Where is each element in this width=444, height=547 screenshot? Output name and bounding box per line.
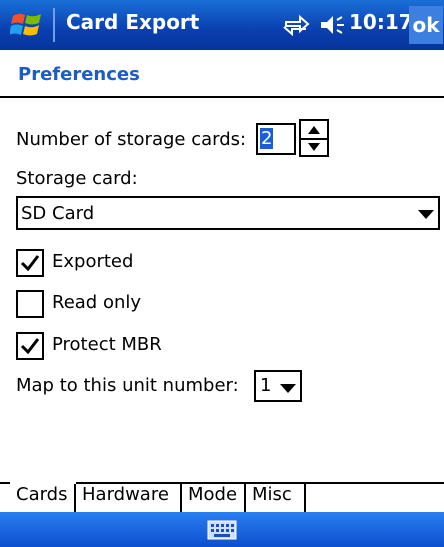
- exported-label[interactable]: Exported: [52, 251, 133, 272]
- menu-bar: [0, 512, 444, 547]
- header-divider: [0, 96, 444, 98]
- keyboard-icon[interactable]: [207, 520, 237, 540]
- storage-card-dropdown[interactable]: SD Card: [16, 196, 440, 230]
- read-only-label[interactable]: Read only: [52, 292, 141, 313]
- clock[interactable]: 10:17: [349, 10, 413, 34]
- checkmark-icon: [20, 255, 40, 272]
- app-title: Card Export: [66, 10, 200, 34]
- num-cards-input[interactable]: 2: [256, 123, 296, 155]
- storage-card-label: Storage card:: [16, 168, 138, 189]
- protect-mbr-checkbox[interactable]: [16, 332, 44, 360]
- tab-mode[interactable]: Mode: [182, 482, 246, 512]
- triangle-up-icon: [308, 125, 320, 134]
- stepper-down-button[interactable]: [301, 138, 327, 155]
- tab-misc[interactable]: Misc: [246, 482, 306, 512]
- triangle-down-icon: [308, 142, 320, 151]
- ok-button[interactable]: ok: [409, 6, 443, 44]
- storage-card-value: SD Card: [21, 203, 95, 224]
- unit-number-label: Map to this unit number:: [16, 375, 239, 396]
- tab-cards[interactable]: Cards: [10, 482, 76, 512]
- num-cards-value: 2: [260, 128, 274, 149]
- checkmark-icon: [20, 338, 40, 355]
- active-tab-gap: [10, 482, 76, 484]
- unit-number-value: 1: [260, 375, 272, 396]
- chevron-down-icon: [418, 210, 434, 219]
- windows-flag-icon[interactable]: [10, 10, 44, 40]
- chevron-down-icon: [280, 384, 296, 393]
- num-cards-label: Number of storage cards:: [16, 129, 247, 150]
- title-bar: Card Export 10:17 ok: [0, 0, 444, 50]
- title-separator: [53, 8, 55, 42]
- speaker-icon[interactable]: [318, 13, 346, 37]
- sync-arrows-icon[interactable]: [282, 13, 310, 37]
- num-cards-stepper[interactable]: [299, 119, 329, 157]
- unit-number-dropdown[interactable]: 1: [254, 370, 302, 402]
- tab-hardware[interactable]: Hardware: [76, 482, 182, 512]
- exported-checkbox[interactable]: [16, 249, 44, 277]
- page-title: Preferences: [18, 64, 140, 85]
- read-only-checkbox[interactable]: [16, 290, 44, 318]
- protect-mbr-label[interactable]: Protect MBR: [52, 334, 162, 355]
